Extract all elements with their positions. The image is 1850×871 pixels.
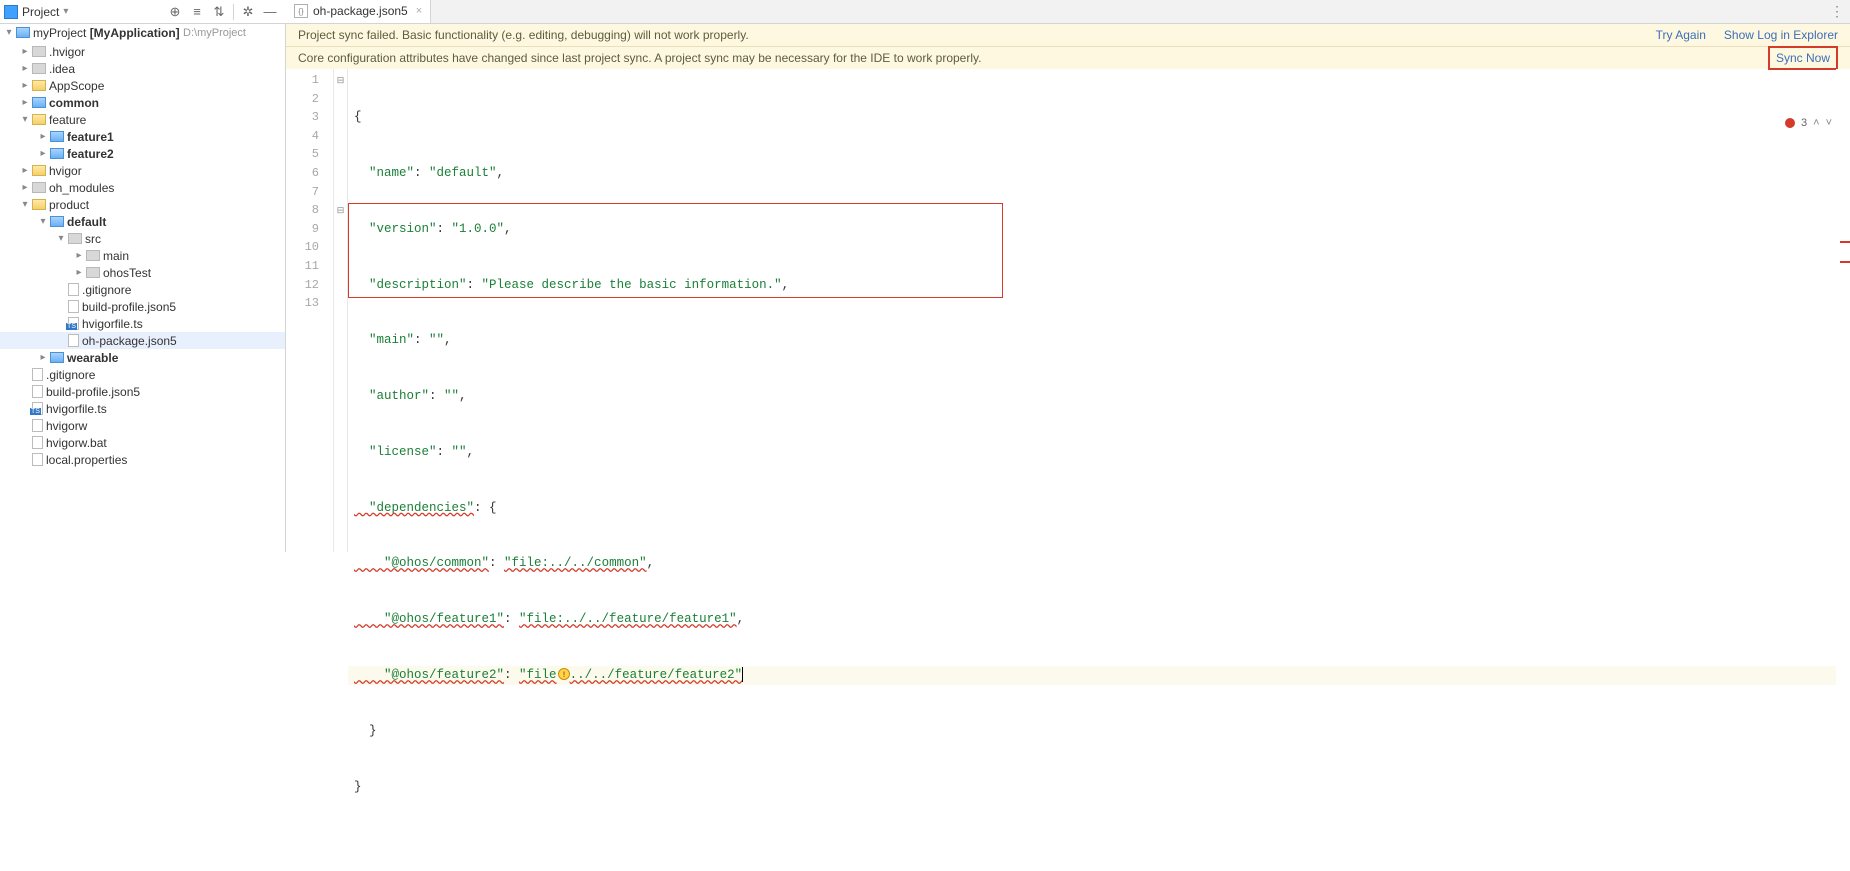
tree-node[interactable]: ▸AppScope [0,77,285,94]
close-icon[interactable]: × [413,5,422,17]
error-count: 3 [1801,117,1807,129]
error-stripe[interactable] [1836,69,1850,552]
tree-node[interactable]: ▾default [0,213,285,230]
folder-icon [32,114,46,125]
tree-node[interactable]: ▸hvigorfile.ts [0,400,285,417]
folder-icon [32,165,46,176]
folder-icon [86,250,100,261]
file-icon [32,453,43,466]
code-editor[interactable]: 123 456 789 101112 13 ⊟ ⊟ { "name": "def… [286,69,1850,552]
tree-node[interactable]: ▸main [0,247,285,264]
banner-text: Project sync failed. Basic functionality… [298,28,749,42]
tree-node[interactable]: ▸build-profile.json5 [0,298,285,315]
config-changed-banner: Core configuration attributes have chang… [286,47,1850,69]
tree-label: myProject [33,26,86,40]
tree-node[interactable]: ▸build-profile.json5 [0,383,285,400]
module-folder-icon [32,97,46,108]
tree-node[interactable]: ▸hvigorfile.ts [0,315,285,332]
tree-node[interactable]: ▸common [0,94,285,111]
target-icon[interactable]: ⊕ [165,2,185,22]
project-icon [4,5,18,19]
filter-icon[interactable]: ⇅ [209,2,229,22]
fold-gutter[interactable]: ⊟ ⊟ [334,69,348,552]
module-folder-icon [50,216,64,227]
editor-tab[interactable]: oh-package.json5 × [286,0,431,23]
error-bulb-icon[interactable] [558,668,570,680]
chevron-down-icon: ▾ [63,6,68,17]
folder-icon [32,182,46,193]
folder-icon [32,80,46,91]
module-folder-icon [50,131,64,142]
tree-node[interactable]: ▾src [0,230,285,247]
folder-icon [68,233,82,244]
tree-node[interactable]: ▸hvigorw.bat [0,434,285,451]
project-tree-panel: ▾ myProject [MyApplication] D:\myProject… [0,24,286,552]
tree-node[interactable]: ▸wearable [0,349,285,366]
tab-label: oh-package.json5 [313,4,408,18]
module-icon [16,27,30,38]
file-icon [32,419,43,432]
problems-indicator[interactable]: 3 ˄ ˅ [1785,117,1832,129]
tree-node[interactable]: ▸.gitignore [0,281,285,298]
project-selector[interactable]: Project ▾ ⊕ ≡ ⇅ ✲ — [0,2,286,22]
json-file-icon [68,334,79,347]
json-file-icon [294,4,308,18]
text-caret [742,667,743,682]
tree-node-selected[interactable]: ▸oh-package.json5 [0,332,285,349]
try-again-link[interactable]: Try Again [1656,28,1706,42]
folder-icon [32,199,46,210]
tree-root[interactable]: ▾ myProject [MyApplication] D:\myProject [0,24,285,41]
show-log-link[interactable]: Show Log in Explorer [1724,28,1838,42]
tree-node[interactable]: ▸hvigorw [0,417,285,434]
project-label: Project [22,5,59,19]
code-content[interactable]: { "name": "default", "version": "1.0.0",… [348,69,1836,552]
module-folder-icon [50,352,64,363]
folder-icon [32,46,46,57]
gear-icon[interactable]: ✲ [238,2,258,22]
line-number-gutter: 123 456 789 101112 13 [286,69,334,552]
tree-node[interactable]: ▸feature1 [0,128,285,145]
json-file-icon [68,300,79,313]
chevron-down-icon[interactable]: ˅ [1826,117,1832,129]
tree-node[interactable]: ▾product [0,196,285,213]
error-icon [1785,118,1795,128]
tree-node[interactable]: ▸.hvigor [0,43,285,60]
more-icon[interactable]: ⋮ [1830,3,1850,20]
tree-node[interactable]: ▸feature2 [0,145,285,162]
tree-node[interactable]: ▸local.properties [0,451,285,468]
tree-path: D:\myProject [183,27,246,39]
json-file-icon [32,385,43,398]
tree-node[interactable]: ▸oh_modules [0,179,285,196]
tree-node[interactable]: ▸.idea [0,60,285,77]
ts-file-icon [68,317,79,330]
file-icon [32,436,43,449]
file-icon [68,283,79,296]
chevron-up-icon[interactable]: ˄ [1813,117,1819,129]
banner-text: Core configuration attributes have chang… [298,51,981,65]
tree-node[interactable]: ▸ohosTest [0,264,285,281]
tree-node[interactable]: ▸.gitignore [0,366,285,383]
hide-icon[interactable]: — [260,2,280,22]
folder-icon [32,63,46,74]
tree-app-name: [MyApplication] [90,26,180,40]
file-icon [32,368,43,381]
module-folder-icon [50,148,64,159]
ts-file-icon [32,402,43,415]
tree-node[interactable]: ▸hvigor [0,162,285,179]
sync-now-link[interactable]: Sync Now [1768,46,1838,70]
tree-node[interactable]: ▾feature [0,111,285,128]
folder-icon [86,267,100,278]
sync-failed-banner: Project sync failed. Basic functionality… [286,24,1850,47]
sort-icon[interactable]: ≡ [187,2,207,22]
